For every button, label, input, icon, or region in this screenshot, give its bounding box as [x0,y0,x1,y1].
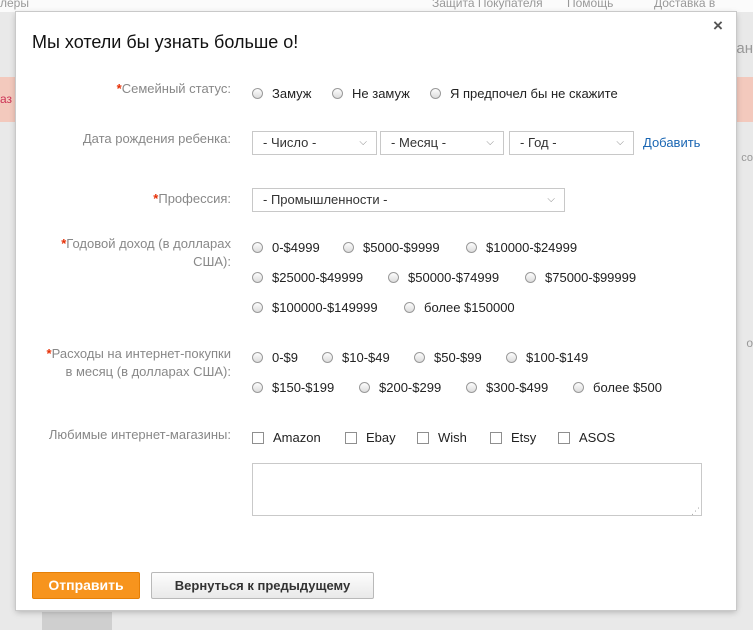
income-option[interactable]: 0-$4999 [252,240,320,255]
radio-button[interactable] [322,352,333,363]
month-select[interactable]: - Месяц - ⌵ [380,131,504,155]
radio-button[interactable] [252,302,263,313]
bg-nav-text: леры [0,0,29,10]
income-option[interactable]: $100000-$149999 [252,300,378,315]
radio-button[interactable] [466,242,477,253]
spend-option[interactable]: $100-$149 [506,350,588,365]
radio-button[interactable] [404,302,415,313]
income-option[interactable]: $5000-$9999 [343,240,440,255]
income-option[interactable]: $50000-$74999 [388,270,499,285]
bg-right-text: ан [736,40,753,57]
income-label: *Годовой доход (в долларах США): [61,236,231,269]
radio-button[interactable] [506,352,517,363]
radio-button[interactable] [573,382,584,393]
submit-button[interactable]: Отправить [32,572,140,599]
checkbox[interactable] [490,431,502,444]
resize-handle-icon[interactable]: ⋰ [691,506,700,517]
radio-button[interactable] [359,382,370,393]
store-checkbox-ebay[interactable]: Ebay [345,430,396,445]
radio-button[interactable] [252,88,263,99]
profession-select[interactable]: - Промышленности - ⌵ [252,188,565,212]
store-checkbox-asos[interactable]: ASOS [558,430,615,445]
radio-button[interactable] [388,272,399,283]
stores-textarea[interactable]: ⋰ [252,463,702,516]
spend-option[interactable]: более $500 [573,380,662,395]
modal-title: Мы хотели бы узнать больше о! [32,32,299,52]
spend-option[interactable]: 0-$9 [252,350,298,365]
close-icon[interactable]: × [713,16,723,36]
radio-button[interactable] [252,382,263,393]
spend-option[interactable]: $300-$499 [466,380,548,395]
bg-right-text: со [741,152,753,164]
bg-product-image [42,612,112,630]
checkbox[interactable] [417,431,429,444]
radio-button[interactable] [252,242,263,253]
spend-option[interactable]: $10-$49 [322,350,390,365]
chevron-down-icon: ⌵ [359,137,367,148]
radio-button[interactable] [252,272,263,283]
marital-option-single[interactable]: Не замуж [332,86,410,101]
income-option[interactable]: $25000-$49999 [252,270,363,285]
spend-option[interactable]: $150-$199 [252,380,334,395]
bg-delivery: Доставка в [654,0,716,10]
income-option[interactable]: $75000-$99999 [525,270,636,285]
survey-modal: × Мы хотели бы узнать больше о! *Семейны… [16,12,736,610]
marital-option-prefer-not[interactable]: Я предпочел бы не скажите [430,86,618,101]
marital-status-label: *Семейный статус: [116,81,231,96]
checkbox[interactable] [252,431,264,444]
radio-button[interactable] [430,88,441,99]
spend-option[interactable]: $50-$99 [414,350,482,365]
bg-buyer-protection: Защита Покупателя [432,0,543,10]
radio-button[interactable] [332,88,343,99]
radio-button[interactable] [466,382,477,393]
income-option[interactable]: более $150000 [404,300,515,315]
chevron-down-icon: ⌵ [547,194,555,205]
chevron-down-icon: ⌵ [616,137,624,148]
child-birth-label: Дата рождения ребенка: [82,131,231,146]
profession-label: *Профессия: [153,191,231,206]
checkbox[interactable] [558,431,570,444]
stores-label: Любимые интернет-магазины: [48,427,231,442]
store-checkbox-amazon[interactable]: Amazon [252,430,321,445]
bg-right-text: о [746,336,753,350]
background-header: леры Защита Покупателя Помощь Доставка в [0,0,753,12]
radio-button[interactable] [252,352,263,363]
chevron-down-icon: ⌵ [486,137,494,148]
radio-button[interactable] [525,272,536,283]
store-checkbox-wish[interactable]: Wish [417,430,467,445]
spend-label: *Расходы на интернет-покупки в месяц (в д… [46,346,231,379]
bg-help: Помощь [567,0,614,10]
radio-button[interactable] [343,242,354,253]
back-button[interactable]: Вернуться к предыдущему [151,572,374,599]
income-option[interactable]: $10000-$24999 [466,240,577,255]
marital-option-married[interactable]: Замуж [252,86,312,101]
spend-option[interactable]: $200-$299 [359,380,441,395]
store-checkbox-etsy[interactable]: Etsy [490,430,536,445]
radio-button[interactable] [414,352,425,363]
checkbox[interactable] [345,431,357,444]
day-select[interactable]: - Число - ⌵ [252,131,377,155]
year-select[interactable]: - Год - ⌵ [509,131,634,155]
bg-banner-text: аз [0,92,13,106]
add-child-link[interactable]: Добавить [643,135,700,150]
